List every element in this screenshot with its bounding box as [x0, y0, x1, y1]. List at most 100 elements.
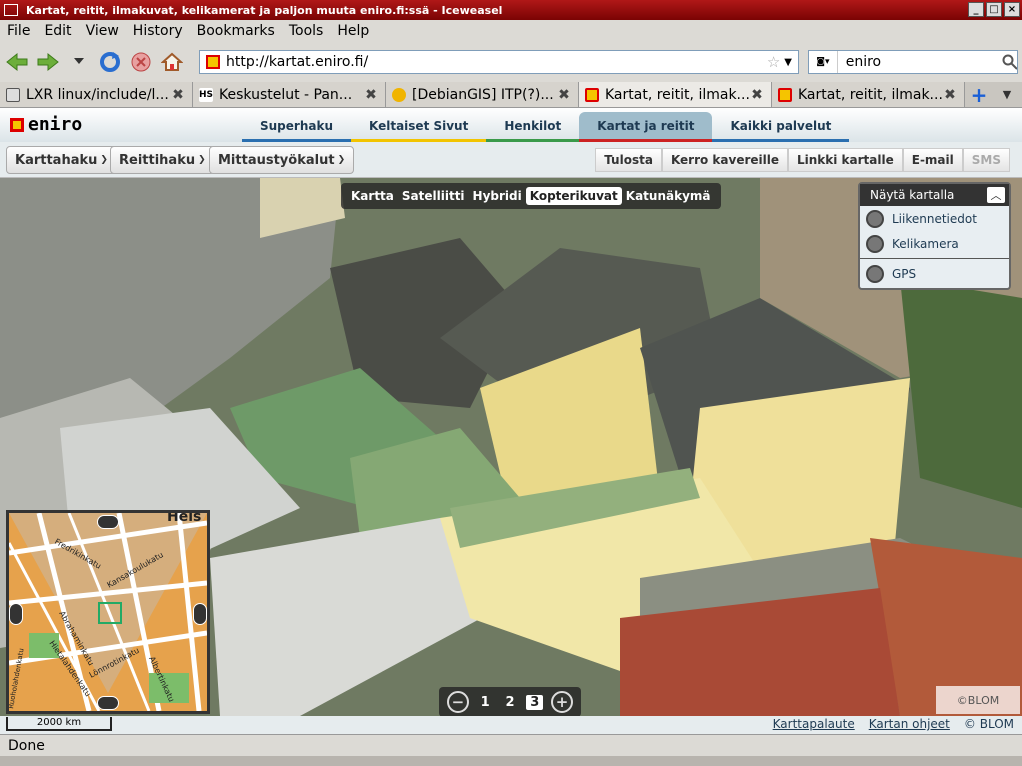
camera-icon	[866, 234, 884, 253]
zoom-in-icon[interactable]: +	[551, 691, 574, 713]
url-dropdown-icon[interactable]: ▼	[784, 57, 792, 68]
close-tab-icon[interactable]: ✖	[749, 87, 765, 103]
search-engine-selector[interactable]: ◙▾	[809, 51, 838, 73]
reittihaku-button[interactable]: Reittihaku ❯	[110, 146, 215, 174]
tab-debiangis[interactable]: [DebianGIS] ITP(?)... ✖	[386, 82, 579, 107]
minimize-button[interactable]: _	[968, 2, 984, 17]
reload-icon	[100, 52, 120, 72]
tab-lxr[interactable]: LXR linux/include/l... ✖	[0, 82, 193, 107]
zoom-level-2[interactable]: 2	[501, 695, 518, 710]
eye-icon[interactable]	[9, 603, 23, 625]
eye-icon[interactable]	[97, 515, 119, 529]
close-tab-icon[interactable]: ✖	[363, 87, 379, 103]
search-input[interactable]	[845, 54, 996, 70]
stop-icon	[131, 52, 151, 72]
layer-liikennetiedot[interactable]: Liikennetiedot	[860, 206, 1009, 231]
tulosta-button[interactable]: Tulosta	[595, 148, 662, 172]
eniro-logo[interactable]: eniro	[10, 114, 82, 135]
linkki-kartalle-button[interactable]: Linkki kartalle	[788, 148, 903, 172]
tab-kartat[interactable]: Kartat, reitit, ilmak... ✖	[772, 82, 965, 107]
gps-icon	[866, 264, 884, 283]
web-page: eniro Superhaku Keltaiset Sivut Henkilot…	[0, 108, 1022, 734]
stop-button[interactable]	[127, 48, 155, 76]
search-engine-icon: ◙▾	[816, 57, 830, 67]
nav-keltaiset-sivut[interactable]: Keltaiset Sivut	[351, 112, 487, 143]
maptype-katunakyma[interactable]: Katunäkymä	[622, 187, 715, 205]
window-menu-icon[interactable]	[4, 4, 18, 16]
tab-bar: LXR linux/include/l... ✖ HS Keskustelut …	[0, 82, 1022, 108]
back-button[interactable]	[3, 48, 31, 76]
forward-button[interactable]	[34, 48, 62, 76]
minimap-label: Hels	[167, 513, 201, 525]
karttahaku-button[interactable]: Karttahaku ❯	[6, 146, 117, 174]
eye-icon[interactable]	[97, 696, 119, 710]
menu-view[interactable]: View	[79, 23, 126, 39]
menu-bar: File Edit View History Bookmarks Tools H…	[0, 20, 1022, 42]
menu-edit[interactable]: Edit	[37, 23, 78, 39]
karttapalaute-link[interactable]: Karttapalaute	[773, 717, 855, 731]
main-navigation: Superhaku Keltaiset Sivut Henkilot Karta…	[242, 112, 850, 143]
maptype-hybridi[interactable]: Hybridi	[469, 187, 526, 205]
minimap-streets: Hels Fredrikinkatu Kansakoulukatu Abraha…	[9, 513, 207, 711]
copyright-text: © BLOM	[963, 717, 1014, 731]
zoom-out-icon[interactable]: −	[446, 691, 469, 713]
nav-kartat-ja-reitit[interactable]: Kartat ja reitit	[579, 112, 713, 143]
debian-icon	[392, 87, 406, 102]
maptype-kopterikuvat[interactable]: Kopterikuvat	[525, 187, 622, 205]
footer-links: Karttapalaute Kartan ohjeet © BLOM	[773, 717, 1014, 731]
close-tab-icon[interactable]: ✖	[170, 87, 186, 103]
eniro-logo-icon	[10, 117, 24, 132]
tab-list-button[interactable]: ▼	[993, 82, 1021, 107]
maptype-kartta[interactable]: Kartta	[347, 187, 398, 205]
nav-superhaku[interactable]: Superhaku	[242, 112, 351, 143]
kerro-kavereille-button[interactable]: Kerro kavereille	[661, 148, 788, 172]
menu-bookmarks[interactable]: Bookmarks	[190, 23, 282, 39]
new-tab-button[interactable]: +	[965, 82, 993, 107]
bookmark-star-icon[interactable]: ☆	[767, 53, 780, 71]
window-titlebar: Kartat, reitit, ilmakuvat, kelikamerat j…	[0, 0, 1022, 20]
nav-henkilot[interactable]: Henkilot	[486, 112, 580, 143]
email-button[interactable]: E-mail	[902, 148, 963, 172]
home-button[interactable]	[158, 48, 186, 76]
chevron-down-icon: ❯	[100, 155, 108, 165]
url-bar[interactable]: ☆ ▼	[199, 50, 799, 74]
zoom-level-1[interactable]: 1	[477, 695, 494, 710]
close-tab-icon[interactable]: ✖	[942, 87, 958, 103]
url-input[interactable]	[226, 54, 767, 70]
tux-icon	[6, 87, 20, 102]
zoom-level-3[interactable]: 3	[526, 694, 544, 710]
panel-header[interactable]: Näytä kartalla ︿	[860, 184, 1009, 206]
maximize-button[interactable]: □	[986, 2, 1002, 17]
search-icon[interactable]	[1002, 54, 1017, 70]
layer-kelikamera[interactable]: Kelikamera	[860, 231, 1009, 256]
overview-minimap[interactable]: Hels Fredrikinkatu Kansakoulukatu Abraha…	[6, 510, 210, 714]
menu-history[interactable]: History	[126, 23, 190, 39]
chevron-down-icon: ❯	[198, 155, 206, 165]
layer-gps[interactable]: GPS	[860, 261, 1009, 286]
mittaustyokalut-button[interactable]: Mittaustyökalut ❯	[209, 146, 355, 174]
aerial-map[interactable]: Kartta Satelliitti Hybridi Kopterikuvat …	[0, 178, 1022, 717]
chevron-down-icon: ❯	[337, 155, 346, 165]
collapse-chevron-icon[interactable]: ︿	[987, 187, 1005, 203]
history-dropdown-button[interactable]	[65, 48, 93, 76]
status-text: Done	[8, 737, 45, 754]
scale-bar: 2000 km	[6, 717, 112, 731]
menu-tools[interactable]: Tools	[282, 23, 331, 39]
tab-keskustelut[interactable]: HS Keskustelut - Pan... ✖	[193, 82, 386, 107]
search-bar[interactable]: ◙▾	[808, 50, 1018, 74]
close-window-button[interactable]: ×	[1004, 2, 1020, 17]
maptype-satelliitti[interactable]: Satelliitti	[398, 187, 469, 205]
window-bottom-edge	[0, 756, 1022, 766]
tab-kartat-active[interactable]: Kartat, reitit, ilmak... ✖	[579, 82, 772, 107]
show-on-map-panel: Näytä kartalla ︿ Liikennetiedot Kelikame…	[858, 182, 1011, 290]
eye-icon[interactable]	[193, 603, 207, 625]
close-tab-icon[interactable]: ✖	[556, 87, 572, 103]
blom-badge: ©BLOM	[936, 686, 1020, 714]
menu-file[interactable]: File	[0, 23, 37, 39]
menu-help[interactable]: Help	[330, 23, 376, 39]
nav-kaikki-palvelut[interactable]: Kaikki palvelut	[712, 112, 850, 143]
kartan-ohjeet-link[interactable]: Kartan ohjeet	[869, 717, 950, 731]
reload-button[interactable]	[96, 48, 124, 76]
hs-icon: HS	[199, 87, 214, 102]
site-header: eniro Superhaku Keltaiset Sivut Henkilot…	[0, 108, 1022, 143]
